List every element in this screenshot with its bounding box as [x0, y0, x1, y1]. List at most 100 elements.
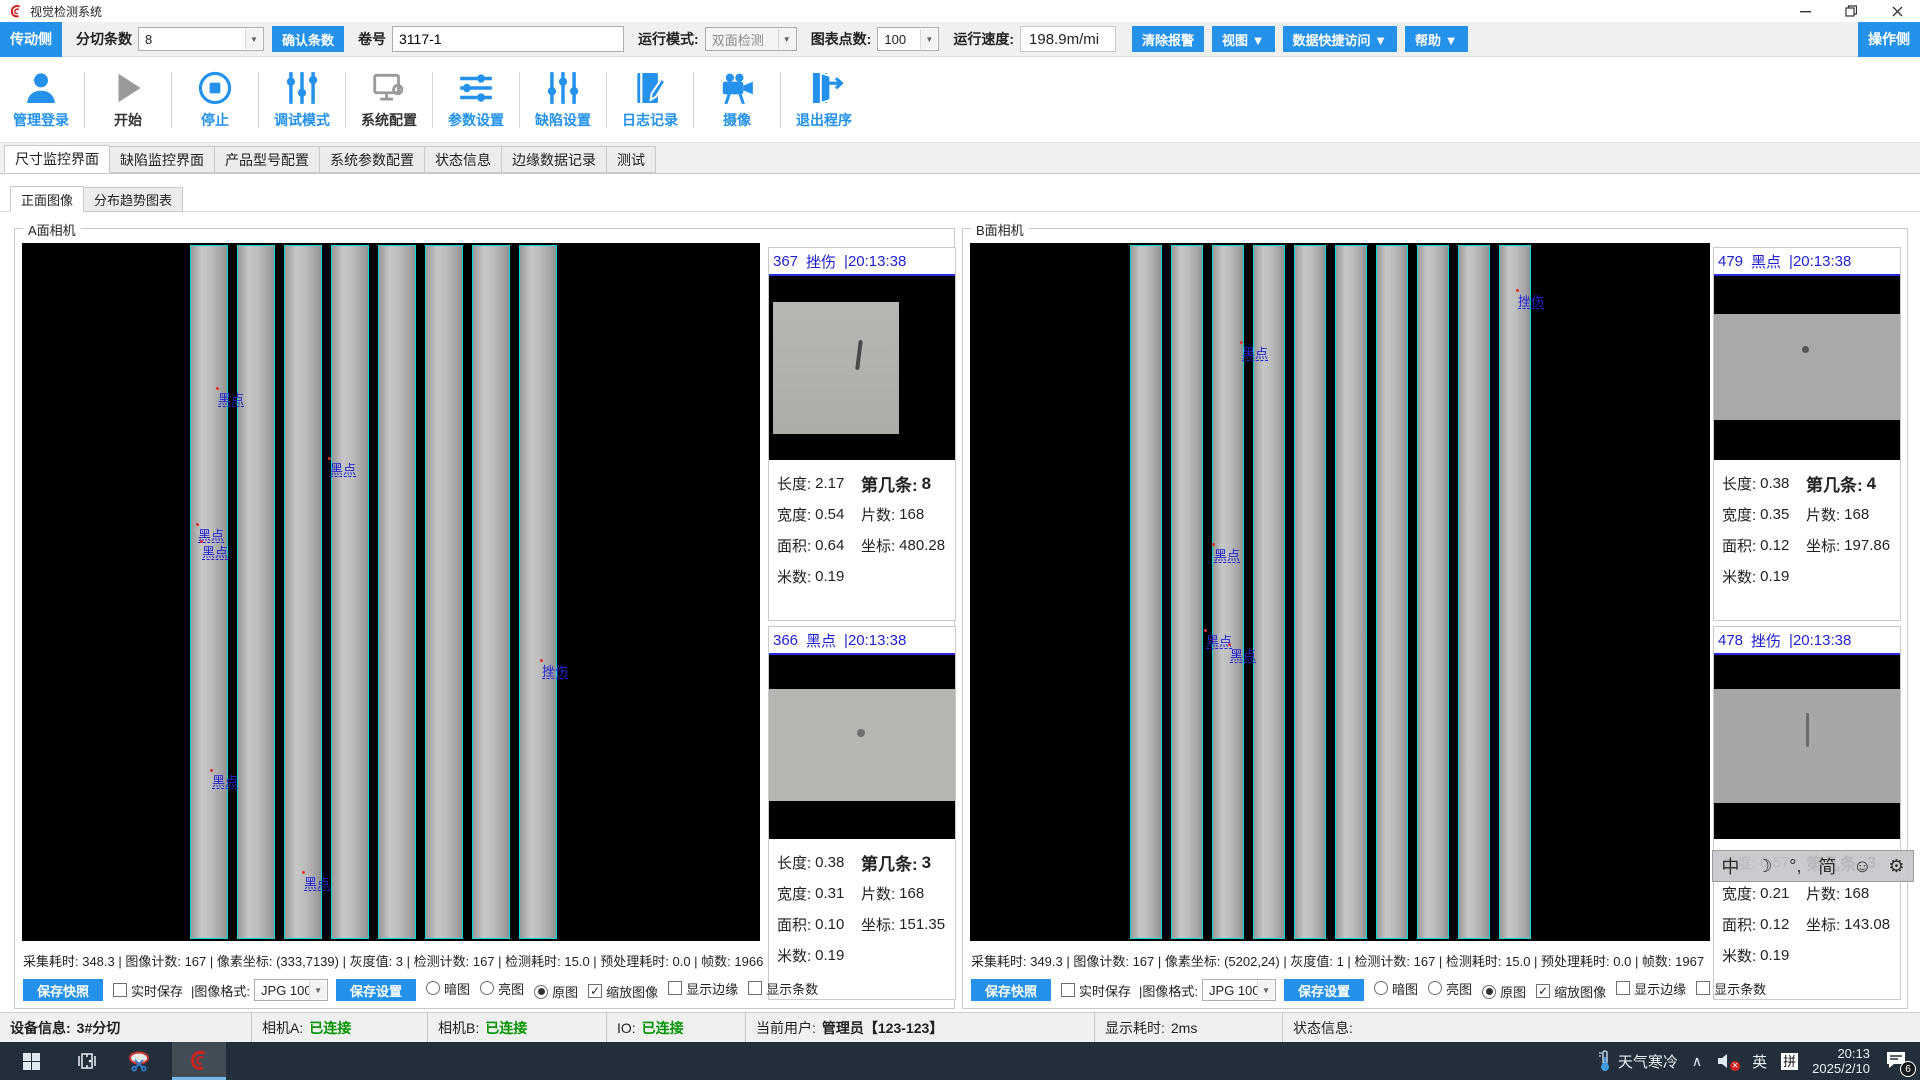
main-tab-2[interactable]: 缺陷监控界面 [110, 146, 215, 173]
toolbar-item-1[interactable]: 管理登录 [4, 64, 78, 136]
slit-count-select[interactable]: 8▼ [138, 27, 264, 51]
snipping-tool-button[interactable] [116, 1042, 162, 1080]
radio-glyph [1374, 981, 1388, 995]
defect-label: 黑点 [1206, 635, 1232, 649]
toolbar-item-9[interactable]: 摄像 [700, 64, 774, 136]
ime-punctuation[interactable]: °, [1789, 856, 1801, 877]
view-option-checkbox[interactable]: 显示条数 [1696, 979, 1766, 998]
checkbox-glyph: ✓ [1536, 984, 1550, 998]
defect-thumbnail [769, 655, 955, 839]
ime-settings-icon[interactable]: ⚙ [1888, 856, 1904, 877]
chart-points-select[interactable]: 100▼ [877, 27, 939, 51]
clear-alarm-button[interactable]: 清除报警 [1132, 26, 1204, 52]
save-snapshot-button[interactable]: 保存快照 [23, 979, 103, 1001]
defect-card[interactable]: 366黑点|20:13:38 长度:0.38 宽度:0.31 面积:0.10 米… [768, 626, 956, 1000]
main-tab-4[interactable]: 系统参数配置 [320, 146, 425, 173]
camera-a-image[interactable]: 黑点黑点黑点黑点挫伤黑点黑点 [22, 243, 760, 941]
toolbar-item-7[interactable]: 缺陷设置 [526, 64, 600, 136]
view-option-checkbox[interactable]: ✓缩放图像 [588, 982, 658, 1001]
image-mode-radio[interactable]: 暗图 [1374, 979, 1418, 998]
film-strip [1499, 245, 1531, 939]
toolbar-separator [84, 72, 85, 128]
language-indicator[interactable]: 英 [1752, 1051, 1767, 1072]
debug-sliders-icon [283, 69, 321, 107]
restore-button[interactable] [1828, 0, 1874, 22]
sub-tab-2[interactable]: 分布趋势图表 [84, 187, 183, 212]
sub-tab-1[interactable]: 正面图像 [10, 186, 84, 212]
toolbar-item-3[interactable]: 停止 [178, 64, 252, 136]
image-mode-radio[interactable]: 原图 [534, 982, 578, 1001]
toolbar-item-label: 管理登录 [13, 110, 69, 130]
main-tab-6[interactable]: 边缘数据记录 [502, 146, 607, 173]
camera-b-image[interactable]: 挫伤黑点黑点黑点黑点 [970, 243, 1710, 941]
view-option-checkbox[interactable]: 显示条数 [748, 979, 818, 998]
confirm-count-button[interactable]: 确认条数 [272, 26, 344, 52]
main-tab-3[interactable]: 产品型号配置 [215, 146, 320, 173]
start-button[interactable] [8, 1042, 54, 1080]
image-view-options: 暗图亮图原图 ✓缩放图像显示边缘显示条数 [1364, 979, 1766, 1002]
film-strip [237, 245, 275, 939]
image-mode-radio[interactable]: 原图 [1482, 982, 1526, 1001]
defect-label: 黑点 [1230, 649, 1256, 663]
toolbar-item-label: 开始 [114, 110, 142, 130]
defect-card[interactable]: 367挫伤|20:13:38 长度:2.17 宽度:0.54 面积:0.64 米… [768, 247, 956, 621]
notification-center-button[interactable]: 6 [1884, 1049, 1910, 1073]
save-snapshot-button[interactable]: 保存快照 [971, 979, 1051, 1001]
toolbar-item-2[interactable]: 开始 [91, 64, 165, 136]
defect-stats: 长度:0.38 宽度:0.35 面积:0.12 米数:0.19 第几条:4 片数… [1714, 460, 1900, 592]
realtime-save-checkbox[interactable]: 实时保存 [113, 981, 183, 1000]
chevron-down-icon: ▼ [245, 29, 262, 49]
close-button[interactable] [1874, 0, 1920, 22]
taskbar-clock[interactable]: 20:13 2025/2/10 [1812, 1046, 1870, 1076]
mute-x-badge: ✕ [1730, 1061, 1740, 1071]
film-strip [1130, 245, 1162, 939]
view-option-checkbox[interactable]: 显示边缘 [1616, 979, 1686, 998]
save-settings-button[interactable]: 保存设置 [1284, 979, 1364, 1001]
hidden-icons-chevron[interactable]: ∧ [1692, 1053, 1702, 1070]
operator-side-button[interactable]: 操作侧 [1858, 22, 1920, 57]
main-tab-5[interactable]: 状态信息 [425, 146, 502, 173]
camera-b-status-line: 采集耗时: 349.3 | 图像计数: 167 | 像素坐标: (5202,24… [971, 951, 1704, 970]
view-menu-button[interactable]: 视图 ▼ [1212, 26, 1274, 52]
toolbar-item-8[interactable]: 日志记录 [613, 64, 687, 136]
ime-lang-mode[interactable]: 中 [1721, 853, 1739, 879]
image-format-select[interactable]: JPG 100▼ [254, 979, 328, 1001]
chart-points-label: 图表点数: [811, 29, 872, 49]
toolbar-item-6[interactable]: 参数设置 [439, 64, 513, 136]
run-mode-select[interactable]: 双面检测▼ [705, 27, 797, 51]
image-format-label: |图像格式: [191, 981, 250, 1000]
image-mode-radio[interactable]: 暗图 [426, 979, 470, 998]
defect-card[interactable]: 478挫伤|20:13:38 长度:0.57 宽度:0.21 面积:0.12 米… [1713, 626, 1901, 1000]
volume-muted-button[interactable]: ✕ [1716, 1051, 1738, 1071]
toolbar-item-4[interactable]: 调试模式 [265, 64, 339, 136]
realtime-save-checkbox[interactable]: 实时保存 [1061, 981, 1131, 1000]
view-option-checkbox[interactable]: ✓缩放图像 [1536, 982, 1606, 1001]
main-tab-1[interactable]: 尺寸监控界面 [4, 145, 110, 173]
vision-app-taskbar-button[interactable] [172, 1042, 226, 1080]
minimize-button[interactable] [1782, 0, 1828, 22]
drive-side-button[interactable]: 传动侧 [0, 22, 62, 57]
device-info-segment: 设备信息:3#分切 [0, 1013, 252, 1042]
roll-number-input[interactable] [392, 26, 624, 52]
run-mode-label: 运行模式: [638, 29, 699, 49]
task-view-button[interactable] [64, 1042, 110, 1080]
data-quick-access-button[interactable]: 数据快捷访问 ▼ [1283, 26, 1397, 52]
image-format-select[interactable]: JPG 100▼ [1202, 979, 1276, 1001]
main-tab-7[interactable]: 测试 [607, 146, 656, 173]
defect-card[interactable]: 479黑点|20:13:38 长度:0.38 宽度:0.35 面积:0.12 米… [1713, 247, 1901, 621]
ime-emoji-icon[interactable]: ☺ [1853, 856, 1871, 877]
help-menu-button[interactable]: 帮助 ▼ [1405, 26, 1467, 52]
toolbar-item-10[interactable]: 退出程序 [787, 64, 861, 136]
view-option-checkbox[interactable]: 显示边缘 [668, 979, 738, 998]
ime-mode-indicator[interactable]: 拼 [1781, 1053, 1798, 1070]
image-mode-radio[interactable]: 亮图 [1428, 979, 1472, 998]
toolbar-item-5[interactable]: 系统配置 [352, 64, 426, 136]
weather-widget[interactable]: 天气寒冷 [1598, 1050, 1678, 1072]
save-settings-button[interactable]: 保存设置 [336, 979, 416, 1001]
image-mode-radio[interactable]: 亮图 [480, 979, 524, 998]
defect-label: 黑点 [1214, 549, 1240, 563]
ime-simplified[interactable]: 简 [1818, 853, 1836, 879]
ime-fullhalf-icon[interactable]: ☽ [1756, 856, 1772, 877]
current-user-segment: 当前用户:管理员【123-123】 [746, 1013, 1095, 1042]
film-strip [472, 245, 510, 939]
